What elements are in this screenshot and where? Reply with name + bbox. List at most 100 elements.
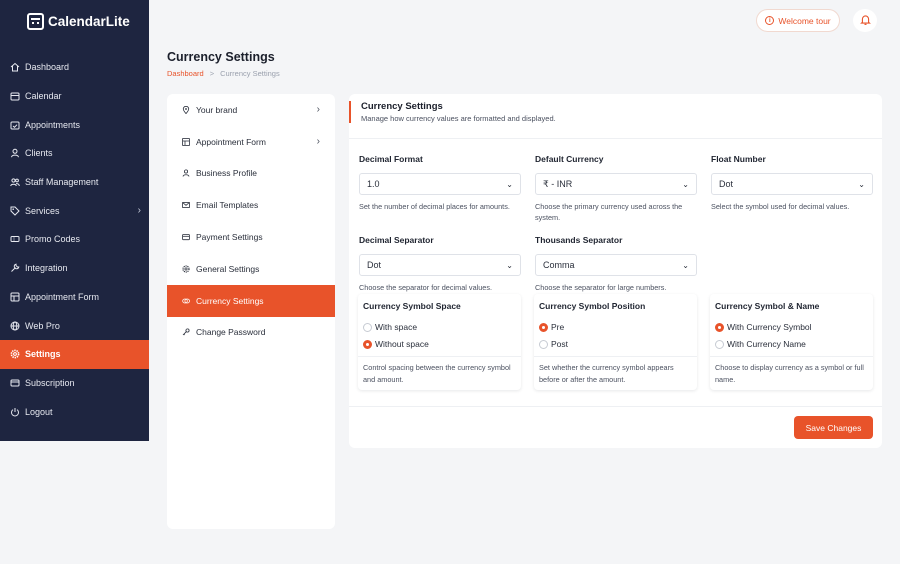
currency-symbol-position-group: Currency Symbol Position Pre Post Set wh… bbox=[534, 294, 697, 390]
sidebar-item-dashboard[interactable]: Dashboard bbox=[0, 53, 149, 82]
sidebar-item-promo-codes[interactable]: Promo Codes bbox=[0, 225, 149, 254]
sidebar-item-integration[interactable]: Integration bbox=[0, 254, 149, 283]
power-icon bbox=[10, 407, 20, 417]
save-changes-button[interactable]: Save Changes bbox=[794, 416, 873, 439]
group-title: Currency Symbol Position bbox=[539, 301, 646, 311]
decimal-format-field: Decimal Format 1.0 ⌄ Set the number of d… bbox=[359, 154, 521, 212]
group-divider bbox=[358, 356, 521, 357]
sidebar-item-clients[interactable]: Clients bbox=[0, 139, 149, 168]
sidebar-item-label: Staff Management bbox=[25, 177, 99, 188]
thousands-separator-select[interactable]: Comma ⌄ bbox=[535, 254, 697, 276]
select-value: Dot bbox=[719, 179, 734, 189]
sidebar-item-settings[interactable]: Settings bbox=[0, 339, 149, 369]
sidebar-item-appointments[interactable]: Appointments bbox=[0, 110, 149, 139]
select-value: 1.0 bbox=[367, 179, 380, 189]
radio-label: Pre bbox=[551, 322, 565, 332]
radio-unchecked-icon bbox=[715, 339, 724, 349]
sidebar-item-staff-management[interactable]: Staff Management bbox=[0, 168, 149, 197]
breadcrumb: Dashboard > Currency Settings bbox=[167, 69, 280, 78]
radio-post[interactable]: Post bbox=[539, 339, 568, 349]
sidebar-item-label: Dashboard bbox=[25, 62, 70, 73]
chevron-right-icon: › bbox=[316, 104, 320, 116]
radio-with-space[interactable]: With space bbox=[363, 322, 417, 332]
radio-without-space[interactable]: Without space bbox=[363, 339, 429, 349]
settings-menu-change-password[interactable]: Change Password bbox=[167, 317, 335, 349]
chevron-down-icon: ⌄ bbox=[506, 179, 513, 189]
sidebar-item-web-pro[interactable]: Web Pro bbox=[0, 311, 149, 340]
group-help: Control spacing between the currency sym… bbox=[363, 363, 511, 384]
decimal-format-select[interactable]: 1.0 ⌄ bbox=[359, 173, 521, 195]
sidebar-item-label: Web Pro bbox=[25, 320, 60, 331]
radio-checked-icon bbox=[715, 322, 724, 332]
users-icon bbox=[10, 177, 20, 187]
page-title: Currency Settings bbox=[167, 50, 275, 64]
card-subtitle: Manage how currency values are formatted… bbox=[361, 114, 556, 123]
card-title: Currency Settings bbox=[361, 101, 443, 112]
group-divider bbox=[534, 356, 697, 357]
settings-menu-appointment-form[interactable]: Appointment Form › bbox=[167, 126, 335, 158]
breadcrumb-current: Currency Settings bbox=[220, 69, 280, 78]
float-number-select[interactable]: Dot ⌄ bbox=[711, 173, 873, 195]
radio-pre[interactable]: Pre bbox=[539, 322, 564, 332]
welcome-tour-label: Welcome tour bbox=[778, 15, 831, 26]
currency-symbol-space-group: Currency Symbol Space With space Without… bbox=[358, 294, 521, 390]
settings-menu-label: Appointment Form bbox=[196, 136, 266, 147]
sidebar-item-subscription[interactable]: Subscription bbox=[0, 369, 149, 398]
settings-menu-general-settings[interactable]: General Settings bbox=[167, 253, 335, 285]
sidebar-item-appointment-form[interactable]: Appointment Form bbox=[0, 283, 149, 312]
sidebar-nav: Dashboard Calendar Appointments Clients … bbox=[0, 53, 149, 426]
sidebar-item-label: Logout bbox=[25, 406, 53, 417]
radio-with-currency-symbol[interactable]: With Currency Symbol bbox=[715, 322, 812, 332]
user-icon bbox=[10, 148, 20, 158]
float-number-label: Float Number bbox=[711, 154, 766, 164]
breadcrumb-dashboard-link[interactable]: Dashboard bbox=[167, 69, 204, 78]
card-header: Currency Settings Manage how currency va… bbox=[349, 101, 882, 123]
notifications-button[interactable] bbox=[853, 9, 877, 32]
info-icon: i bbox=[765, 16, 775, 25]
welcome-tour-button[interactable]: i Welcome tour bbox=[756, 9, 840, 32]
select-value: Dot bbox=[367, 260, 382, 270]
group-title: Currency Symbol & Name bbox=[715, 301, 820, 311]
float-number-help: Select the symbol used for decimal value… bbox=[711, 202, 850, 211]
settings-menu-label: Payment Settings bbox=[196, 232, 263, 243]
decimal-format-label: Decimal Format bbox=[359, 154, 423, 164]
radio-checked-icon bbox=[363, 339, 372, 349]
radio-label: With Currency Symbol bbox=[727, 322, 812, 332]
radio-with-currency-name[interactable]: With Currency Name bbox=[715, 339, 806, 349]
footer-divider bbox=[349, 406, 882, 407]
thousands-separator-help: Choose the separator for large numbers. bbox=[535, 283, 667, 292]
settings-menu-currency-settings[interactable]: Currency Settings bbox=[167, 284, 335, 317]
sidebar-item-label: Appointment Form bbox=[25, 291, 100, 302]
currency-symbol-name-group: Currency Symbol & Name With Currency Sym… bbox=[710, 294, 873, 390]
chevron-right-icon: › bbox=[137, 205, 141, 217]
currency-settings-card: Currency Settings Manage how currency va… bbox=[349, 94, 882, 448]
sidebar-item-calendar[interactable]: Calendar bbox=[0, 82, 149, 111]
settings-menu-payment-settings[interactable]: Payment Settings bbox=[167, 221, 335, 253]
decimal-separator-select[interactable]: Dot ⌄ bbox=[359, 254, 521, 276]
radio-unchecked-icon bbox=[539, 339, 548, 349]
radio-checked-icon bbox=[539, 322, 548, 332]
settings-menu-business-profile[interactable]: Business Profile bbox=[167, 158, 335, 190]
settings-menu-your-brand[interactable]: Your brand › bbox=[167, 94, 335, 126]
radio-unchecked-icon bbox=[363, 322, 372, 332]
settings-menu-email-templates[interactable]: Email Templates bbox=[167, 189, 335, 221]
table-icon bbox=[182, 137, 190, 146]
sidebar-item-label: Services bbox=[25, 205, 60, 216]
wrench-icon bbox=[10, 263, 20, 273]
chevron-right-icon: › bbox=[316, 136, 320, 148]
float-number-field: Float Number Dot ⌄ Select the symbol use… bbox=[711, 154, 873, 212]
decimal-separator-help: Choose the separator for decimal values. bbox=[359, 283, 493, 292]
mail-icon bbox=[182, 201, 190, 209]
default-currency-select[interactable]: ₹ - INR ⌄ bbox=[535, 173, 697, 195]
settings-menu: Your brand › Appointment Form › Business… bbox=[167, 94, 335, 529]
brand-logo[interactable]: CalendarLite bbox=[27, 13, 130, 30]
chevron-down-icon: ⌄ bbox=[682, 179, 689, 189]
sidebar-item-services[interactable]: Services › bbox=[0, 196, 149, 225]
group-help: Set whether the currency symbol appears … bbox=[539, 363, 674, 384]
form-icon bbox=[10, 292, 20, 302]
select-value: ₹ - INR bbox=[543, 178, 573, 189]
sidebar-item-logout[interactable]: Logout bbox=[0, 397, 149, 426]
chevron-down-icon: ⌄ bbox=[506, 260, 513, 270]
calendar-icon bbox=[10, 91, 20, 101]
coins-icon bbox=[182, 297, 190, 305]
